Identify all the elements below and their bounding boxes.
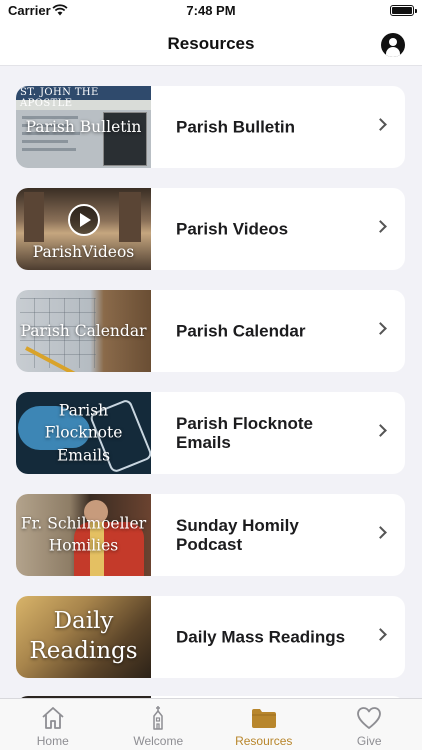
bulletin-masthead: ST. JOHN THE APOSTLE [20, 87, 99, 109]
parish-flocknote-thumbnail: Parish Flocknote Emails [16, 392, 151, 474]
tab-give[interactable]: Give [317, 699, 422, 750]
parish-videos-thumbnail: ParishVideos [16, 188, 151, 270]
navigation-bar: Resources [0, 22, 422, 66]
resource-label: Parish Bulletin [176, 117, 296, 137]
parish-bulletin-thumbnail: ST. JOHN THE APOSTLE Parish Bulletin [16, 86, 151, 168]
resource-label: Parish Calendar [176, 321, 306, 341]
status-time: 7:48 PM [186, 3, 236, 18]
parish-flocknote-thumb-text: Parish Flocknote Emails [44, 401, 123, 465]
resource-label: Parish Flocknote Emails [176, 414, 313, 452]
parish-calendar-thumbnail: Parish Calendar [16, 290, 151, 372]
tab-label: Welcome [133, 734, 184, 748]
resource-card-parish-flocknote-emails[interactable]: Parish Flocknote Emails Parish Flocknote… [16, 392, 405, 474]
resource-label: Parish Videos [176, 219, 289, 239]
parish-calendar-thumb-text: Parish Calendar [20, 321, 147, 340]
profile-icon[interactable] [381, 33, 405, 57]
chevron-right-icon [374, 220, 387, 233]
folder-icon [251, 709, 276, 728]
chevron-right-icon [374, 628, 387, 641]
parish-videos-thumb-text: ParishVideos [32, 242, 135, 261]
play-icon [68, 204, 100, 236]
chevron-right-icon [374, 526, 387, 539]
tab-label: Resources [235, 734, 293, 748]
daily-readings-thumbnail: Daily Readings [16, 596, 151, 678]
tab-bar: Home Welcome Resources Give [0, 698, 422, 750]
resource-card-sunday-homily-podcast[interactable]: Fr. Schilmoeller Homilies Sunday Homily … [16, 494, 405, 576]
status-bar: Carrier 7:48 PM [0, 0, 422, 22]
homilies-thumb-text: Fr. Schilmoeller Homilies [20, 514, 147, 555]
heart-icon [357, 707, 382, 729]
resource-label: Daily Mass Readings [176, 627, 346, 647]
parish-bulletin-thumb-text: Parish Bulletin [25, 117, 142, 136]
chevron-right-icon [374, 322, 387, 335]
resource-label: Sunday Homily Podcast [176, 516, 299, 554]
tab-label: Give [356, 734, 382, 748]
resource-card-parish-videos[interactable]: ParishVideos Parish Videos [16, 188, 405, 270]
battery-icon [390, 5, 417, 16]
home-icon [42, 707, 64, 729]
tab-home[interactable]: Home [0, 699, 106, 750]
homilies-thumbnail: Fr. Schilmoeller Homilies [16, 494, 151, 576]
chevron-right-icon [374, 118, 387, 131]
tab-welcome[interactable]: Welcome [106, 699, 212, 750]
tab-resources[interactable]: Resources [211, 699, 317, 750]
page-title: Resources [167, 34, 255, 53]
resource-card-daily-mass-readings[interactable]: Daily Readings Daily Mass Readings [16, 596, 405, 678]
chevron-right-icon [374, 424, 387, 437]
resource-card-parish-calendar[interactable]: Parish Calendar Parish Calendar [16, 290, 405, 372]
resource-card-parish-bulletin[interactable]: ST. JOHN THE APOSTLE Parish Bulletin Par… [16, 86, 405, 168]
tab-label: Home [36, 734, 69, 748]
daily-readings-thumb-text: Daily Readings [29, 608, 138, 664]
church-icon [153, 706, 163, 730]
resources-list[interactable]: ST. JOHN THE APOSTLE Parish Bulletin Par… [0, 66, 422, 698]
